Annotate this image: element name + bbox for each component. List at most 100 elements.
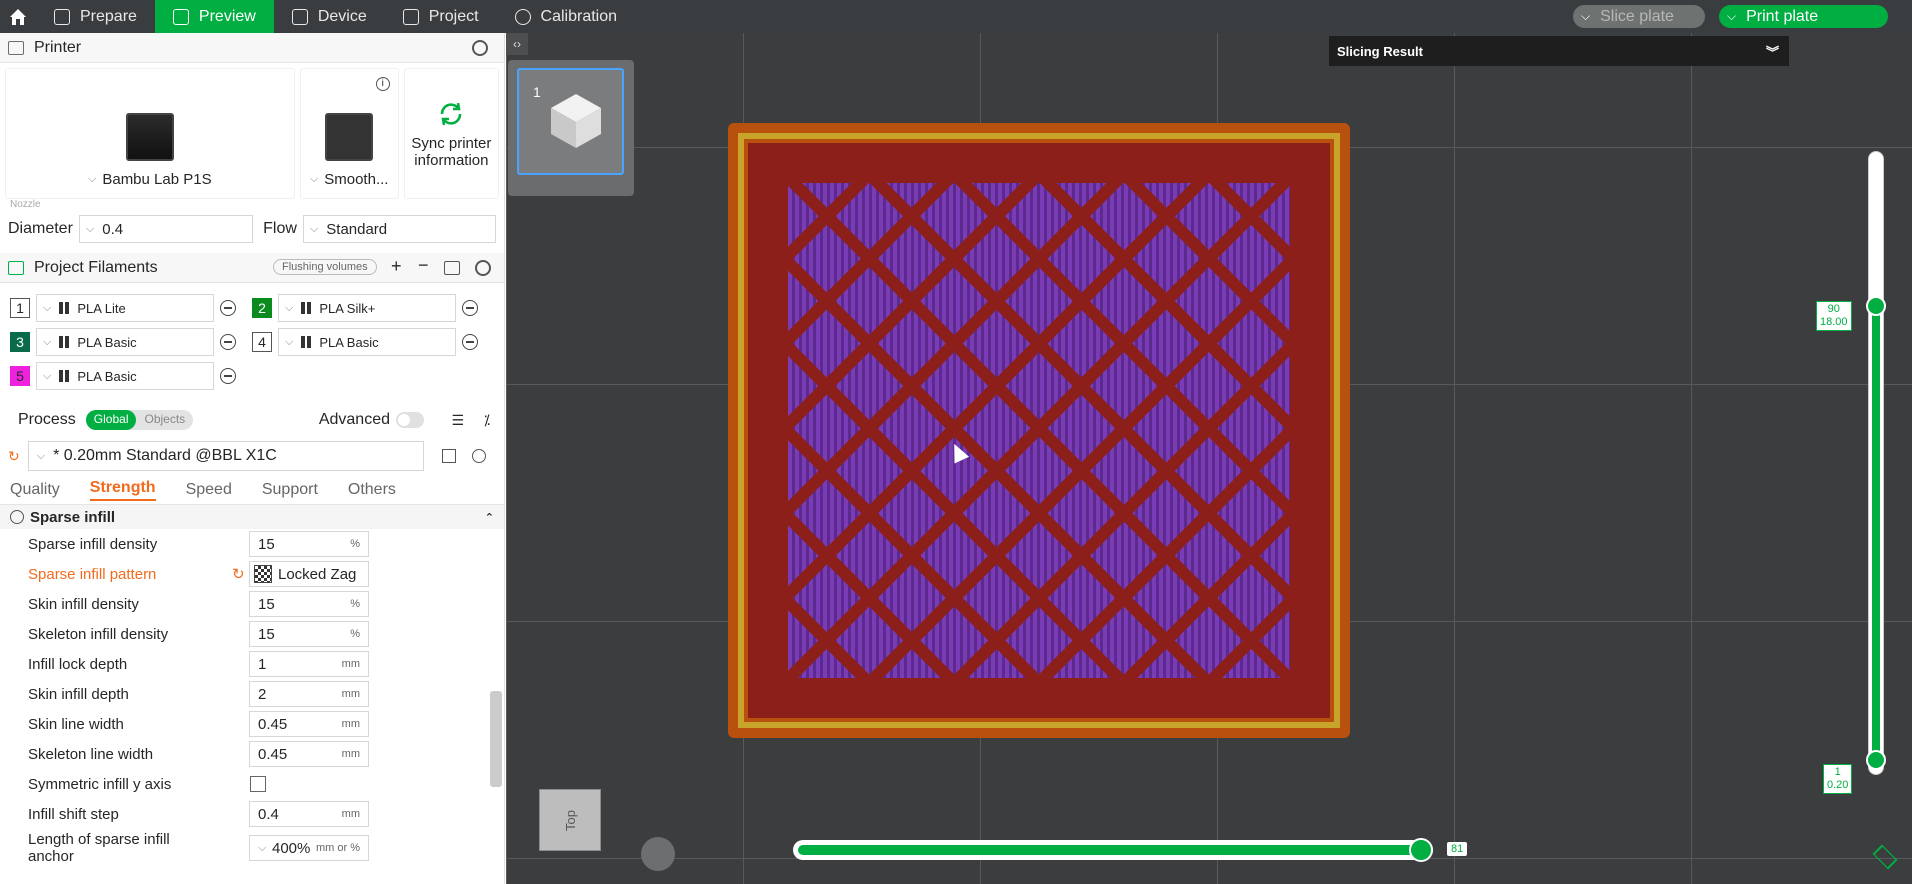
filament-select[interactable]: ⌵ PLA Basic [36, 328, 214, 356]
tab-device[interactable]: Device [274, 0, 385, 33]
param-input[interactable]: 15% [249, 591, 369, 617]
move-slider-handle[interactable] [1409, 838, 1433, 862]
slice-plate-button[interactable]: ⌵ Slice plate [1573, 5, 1705, 28]
filament-select[interactable]: ⌵ PLA Silk+ [278, 294, 456, 322]
3d-viewport[interactable]: ‹› 1 Slicing Result ︾ 90 18.00 1 0.20 Top 8… [506, 33, 1912, 884]
filament-select[interactable]: ⌵ PLA Lite [36, 294, 214, 322]
param-value: 15 [258, 595, 275, 613]
camera-reset-icon[interactable] [641, 837, 675, 871]
collapse-sidebar-button[interactable]: ‹› [506, 33, 528, 55]
info-icon[interactable]: i [375, 77, 390, 91]
param-input[interactable]: 0.4 mm [249, 801, 369, 827]
tab-others[interactable]: Others [348, 481, 396, 499]
tab-strength[interactable]: Strength [89, 479, 156, 501]
gear-icon[interactable] [475, 260, 491, 276]
param-input[interactable]: ⌵ 400% mm or % [249, 835, 369, 861]
sync-filament-icon[interactable] [444, 261, 460, 275]
advanced-switch[interactable] [396, 412, 424, 428]
tab-prepare[interactable]: Prepare [36, 0, 155, 33]
tab-label: Prepare [80, 7, 137, 25]
param-label: Skeleton infill density [28, 625, 169, 643]
flushing-volumes-button[interactable]: Flushing volumes [273, 259, 377, 275]
filament-select[interactable]: ⌵ PLA Basic [36, 362, 214, 390]
filaments-section-header: Project Filaments Flushing volumes + − [0, 253, 504, 283]
param-input[interactable]: 15% [249, 531, 369, 557]
view-cube[interactable]: Top [539, 789, 601, 851]
param-label: Skin line width [28, 715, 124, 733]
tab-preview[interactable]: Preview [154, 0, 274, 33]
gear-icon[interactable] [472, 40, 488, 56]
param-value: 0.45 [258, 745, 288, 763]
tab-support[interactable]: Support [262, 481, 318, 499]
param-label: Skin infill density [28, 595, 139, 613]
home-button[interactable] [0, 0, 36, 33]
sidebar-scrollbar[interactable] [490, 691, 502, 787]
tab-project[interactable]: Project [385, 0, 497, 33]
diameter-select[interactable]: ⌵ 0.4 [78, 215, 254, 243]
layer-slider-top-handle[interactable] [1866, 296, 1886, 316]
pattern-icon [254, 565, 272, 583]
tab-quality[interactable]: Quality [10, 481, 60, 499]
tab-label: Calibration [540, 7, 618, 25]
global-option[interactable]: Global [85, 410, 137, 430]
remove-filament-icon[interactable] [462, 334, 478, 350]
filament-slot-4[interactable]: 4 ⌵ PLA Basic [252, 328, 494, 356]
filament-select[interactable]: ⌵ PLA Basic [278, 328, 456, 356]
monitor-icon [291, 8, 308, 25]
filament-slot-1[interactable]: 1 ⌵ PLA Lite [10, 294, 252, 322]
tab-calibration[interactable]: Calibration [497, 0, 635, 33]
chevron-down-icon[interactable]: ︾ [1766, 42, 1779, 61]
printer-select[interactable]: ⌵ Bambu Lab P1S [5, 68, 295, 199]
remove-filament-icon[interactable] [220, 300, 236, 316]
chevron-down-icon: ⌵ [309, 173, 319, 185]
move-slider[interactable] [793, 838, 1433, 862]
remove-icon[interactable]: − [418, 255, 429, 276]
chevron-up-icon[interactable]: ⌃ [485, 511, 494, 524]
flow-select[interactable]: ⌵ Standard [302, 215, 496, 243]
layer-slider-bottom-handle[interactable] [1866, 750, 1886, 770]
param-label: Symmetric infill y axis [28, 775, 172, 793]
tab-label: Preview [198, 7, 256, 25]
filament-slot-2[interactable]: 2 ⌵ PLA Silk+ [252, 294, 494, 322]
layer-slider[interactable] [1866, 151, 1886, 775]
pattern-select[interactable]: Locked Zag [249, 561, 369, 587]
add-icon[interactable]: + [391, 256, 402, 277]
layer-bottom-number: 1 [1834, 766, 1841, 778]
sync-printer-button[interactable]: Sync printer information [403, 68, 499, 199]
print-plate-button[interactable]: ⌵ Print plate [1719, 5, 1888, 28]
plate-thumbnail[interactable]: 1 [508, 60, 634, 196]
sliced-model[interactable] [728, 123, 1350, 738]
search-icon[interactable] [471, 449, 486, 463]
remove-filament-icon[interactable] [220, 368, 236, 384]
param-input[interactable]: 0.45 mm [249, 741, 369, 767]
param-input[interactable]: 15% [249, 621, 369, 647]
filament-slot-5[interactable]: 5 ⌵ PLA Basic [10, 362, 262, 390]
remove-filament-icon[interactable] [220, 334, 236, 350]
slicing-result-panel[interactable]: Slicing Result ︾ [1329, 36, 1789, 66]
param-input[interactable]: 1 mm [249, 651, 369, 677]
cube-icon [551, 94, 601, 148]
plate-select[interactable]: i ⌵ Smooth... [299, 68, 399, 199]
compare-icon[interactable]: ⁒ [484, 412, 490, 429]
filament-slot-3[interactable]: 3 ⌵ PLA Basic [10, 328, 252, 356]
section-title: Sparse infill [30, 508, 116, 526]
objects-option[interactable]: Objects [136, 410, 193, 430]
reset-icon[interactable]: ↻ [232, 565, 245, 583]
filament-name: PLA Lite [77, 300, 126, 316]
param-input[interactable]: 0.45 mm [249, 711, 369, 737]
layers-icon[interactable] [1872, 844, 1898, 870]
symmetric-y-checkbox[interactable] [250, 776, 266, 792]
param-row: Sparse infill density 15% [0, 529, 504, 559]
save-icon[interactable] [441, 449, 456, 463]
param-input[interactable]: 2 mm [249, 681, 369, 707]
section-title: Process [18, 411, 76, 428]
global-objects-toggle[interactable]: Global Objects [85, 410, 194, 430]
chevron-down-icon: ⌵ [285, 335, 294, 348]
remove-filament-icon[interactable] [462, 300, 478, 316]
reset-icon[interactable]: ↻ [8, 448, 20, 465]
chevron-down-icon: ⌵ [1581, 9, 1591, 23]
process-preset-select[interactable]: ⌵ * 0.20mm Standard @BBL X1C [27, 441, 424, 471]
param-value: 0.45 [258, 715, 288, 733]
list-icon[interactable]: ☰ [451, 412, 464, 429]
tab-speed[interactable]: Speed [186, 481, 232, 499]
